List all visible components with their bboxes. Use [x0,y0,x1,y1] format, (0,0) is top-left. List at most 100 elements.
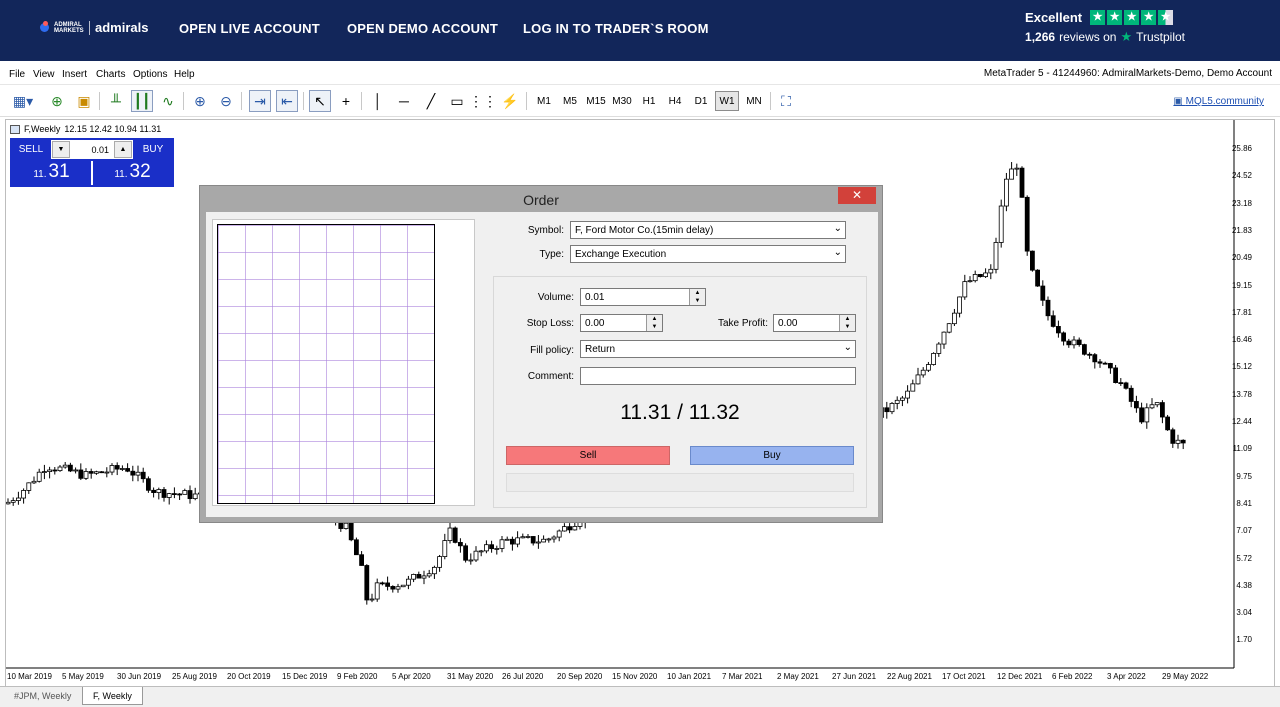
stepper-up-icon[interactable]: ▲ [690,289,705,297]
traders-room-login-link[interactable]: LOG IN TO TRADER`S ROOM [523,21,709,36]
type-select[interactable]: Exchange Execution ⌄ [570,245,846,263]
tab-jpm-weekly[interactable]: #JPM, Weekly [4,687,81,705]
candle-bullish [57,466,63,472]
toolbar-separator [183,92,184,110]
new-chart-icon[interactable]: ▦▾ [8,90,38,112]
timeframe-m15[interactable]: M15 [584,91,608,111]
half-star-icon: ★ [1158,10,1174,25]
candle-bearish [1035,269,1040,287]
candle-bearish [489,544,495,550]
candlestick-chart-icon[interactable]: ┃┃ [131,90,153,112]
volume-field[interactable]: 0.01 ▲ ▼ [580,288,706,306]
zoom-in-icon[interactable]: ⊕ [189,90,211,112]
buy-button[interactable]: Buy [690,446,854,465]
symbol-select[interactable]: F, Ford Motor Co.(15min delay) ⌄ [570,221,846,239]
candle-bullish [536,541,541,544]
candle-bearish [68,464,73,472]
tab-f-weekly[interactable]: F, Weekly [82,687,143,705]
account-info: MetaTrader 5 - 41244960: AdmiralMarkets-… [983,68,1272,79]
volume-down-icon[interactable]: ▼ [52,141,70,158]
admirals-logo[interactable]: ADMIRAL MARKETS admirals [40,20,148,35]
logo-small-text: ADMIRAL MARKETS [54,21,84,34]
volume-stepper[interactable]: ▲ ▼ [689,289,705,305]
trendline-icon[interactable]: ╱ [420,90,442,112]
horizontal-line-icon[interactable]: ─ [393,90,415,112]
mql5-community-link[interactable]: ▣ MQL5.community [1173,96,1264,107]
comment-field[interactable] [580,367,856,385]
trustpilot-widget[interactable]: Excellent ★ ★ ★ ★ ★ 1,266 reviews on ★ T… [1025,10,1185,45]
star-icon: ★ [1124,10,1140,25]
candle-bullish [15,497,21,501]
menu-options[interactable]: Options [133,69,167,80]
candle-bullish [468,559,474,562]
order-dialog-title: Order [523,192,559,208]
close-icon[interactable]: ✕ [838,187,876,204]
sell-button[interactable]: Sell [506,446,670,465]
trustpilot-reviews-count: 1,266 [1025,30,1056,44]
profiles-icon[interactable]: ⊕ [46,90,68,112]
objects-icon[interactable]: ⚡ [499,90,521,112]
candle-bullish [109,465,115,473]
one-click-sell-price[interactable]: 11. 31 [12,161,91,185]
timeframe-d1[interactable]: D1 [689,91,713,111]
take-profit-field[interactable]: 0.00 ▲ ▼ [773,314,856,332]
bar-chart-icon[interactable]: ╨ [105,90,127,112]
autoscroll-icon[interactable]: ⇥ [249,90,271,112]
menu-help[interactable]: Help [174,69,195,80]
cursor-icon[interactable]: ↖ [309,90,331,112]
timeframe-h4[interactable]: H4 [663,91,687,111]
stepper-down-icon[interactable]: ▼ [647,323,662,331]
fibonacci-icon[interactable]: ⋮⋮ [469,90,497,112]
volume-up-icon[interactable]: ▲ [114,141,132,158]
candle-bullish [494,548,500,550]
one-click-sell-button[interactable]: SELL [12,140,50,159]
timeframe-mn[interactable]: MN [742,91,766,111]
take-profit-stepper[interactable]: ▲ ▼ [839,315,855,331]
candle-bullish [941,331,947,345]
stepper-up-icon[interactable]: ▲ [647,315,662,323]
vertical-line-icon[interactable]: │ [367,90,389,112]
fullscreen-icon[interactable]: ⛶ [775,90,797,112]
one-click-volume[interactable]: ▼ 0.01 ▲ [51,140,133,159]
one-click-volume-value[interactable]: 0.01 [71,145,113,155]
text-label-icon[interactable]: ▭ [446,90,468,112]
open-demo-account-link[interactable]: OPEN DEMO ACCOUNT [347,21,498,36]
stop-loss-stepper[interactable]: ▲ ▼ [646,315,662,331]
menu-insert[interactable]: Insert [62,69,87,80]
timeframe-w1[interactable]: W1 [715,91,739,111]
stepper-down-icon[interactable]: ▼ [690,297,705,305]
candle-bearish [1024,196,1030,252]
timeframe-m5[interactable]: M5 [558,91,582,111]
menu-file[interactable]: File [9,69,25,80]
menu-view[interactable]: View [33,69,55,80]
toolbar-separator [99,92,100,110]
stepper-down-icon[interactable]: ▼ [840,323,855,331]
open-live-account-link[interactable]: OPEN LIVE ACCOUNT [179,21,320,36]
candle-bullish [946,323,952,333]
tick-chart-grid [217,224,435,504]
logo-name: admirals [95,20,149,35]
line-chart-icon[interactable]: ∿ [157,90,179,112]
one-click-buy-price[interactable]: 11. 32 [93,161,172,185]
one-click-buy-button[interactable]: BUY [134,140,172,159]
candle-bearish [1056,326,1061,334]
candle-bullish [983,272,988,278]
candle-bearish [1128,387,1134,402]
candle-bullish [905,390,910,399]
logo-divider [89,20,90,35]
market-watch-icon[interactable]: ▣ [73,90,95,112]
timeframe-m1[interactable]: M1 [532,91,556,111]
chart-shift-icon[interactable]: ⇤ [276,90,298,112]
menu-charts[interactable]: Charts [96,69,125,80]
fill-policy-select[interactable]: Return ⌄ [580,340,856,358]
zoom-out-icon[interactable]: ⊖ [215,90,237,112]
timeframe-m30[interactable]: M30 [610,91,634,111]
stepper-up-icon[interactable]: ▲ [840,315,855,323]
candle-bearish [1061,332,1066,342]
candle-bullish [993,242,999,270]
crosshair-icon[interactable]: + [335,90,357,112]
time-axis-label: 15 Nov 2020 [612,672,658,681]
candle-bearish [125,468,130,472]
stop-loss-field[interactable]: 0.00 ▲ ▼ [580,314,663,332]
timeframe-h1[interactable]: H1 [637,91,661,111]
